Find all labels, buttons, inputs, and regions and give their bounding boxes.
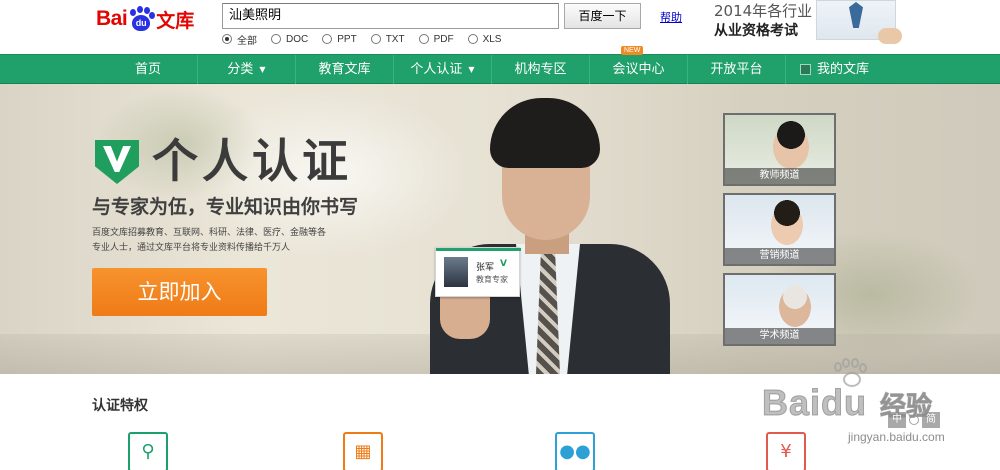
baidu-wenku-logo[interactable]: Bai du 文库 (96, 4, 194, 34)
calendar-icon[interactable]: ▦ (343, 432, 383, 470)
ad-hand-image (878, 28, 902, 44)
filetype-filter: 全部 DOC PPT TXT PDF XLS (222, 31, 515, 47)
chat-icon[interactable]: ●● (555, 432, 595, 470)
banner-title: 个人认证 (152, 134, 352, 188)
nav-item-category[interactable]: 分类 ▼ (197, 55, 295, 84)
nav-item-institution[interactable]: 机构专区 (491, 55, 589, 84)
watermark-circle-icon (909, 415, 919, 425)
nav-label: 机构专区 (514, 62, 567, 77)
filetype-pdf[interactable]: PDF (418, 31, 454, 47)
baidu-jingyan-watermark: Baidu 经验 中 简 jingyan.baidu.com (761, 358, 1000, 470)
nav-item-my-wenku[interactable]: 我的文库 (785, 55, 883, 84)
watermark-lang-zh: 中 (888, 412, 906, 428)
search-button[interactable]: 百度一下 (564, 3, 641, 29)
watermark-url: jingyan.baidu.com (848, 430, 945, 444)
channel-label: 教师频道 (725, 168, 834, 184)
radio-icon (418, 34, 429, 44)
channel-label: 营销频道 (725, 248, 834, 264)
page: Bai du 文库 汕美照明 百度一下 帮助 全部 DOC PPT TXT PD… (0, 0, 1000, 470)
marketing-channel-tile[interactable]: 营销频道 (723, 193, 836, 266)
radio-icon (222, 34, 232, 44)
logo-du: du (132, 15, 151, 31)
watermark-lang: 中 简 (888, 412, 943, 430)
banner-description-line1: 百度文库招募教育、互联网、科研、法律、医疗、金融等各 (92, 228, 327, 238)
new-badge: NEW (621, 46, 644, 55)
filetype-doc[interactable]: DOC (271, 31, 308, 47)
nav-label: 开放平台 (710, 62, 763, 77)
filetype-ppt[interactable]: PPT (322, 31, 357, 47)
nav-item-conference[interactable]: NEW 会议中心 (589, 46, 687, 84)
privileges-title: 认证特权 (92, 398, 148, 414)
ad-line2: 从业资格考试 (714, 23, 798, 39)
nav-label: 教育文库 (318, 62, 371, 77)
academic-channel-tile[interactable]: 学术频道 (723, 273, 836, 346)
filetype-label: XLS (482, 33, 502, 45)
radio-icon (467, 34, 478, 44)
filetype-label: DOC (286, 33, 309, 45)
nav-item-home[interactable]: 首页 (99, 55, 197, 84)
nav-item-personal-cert[interactable]: 个人认证 ▼ (393, 55, 491, 84)
exam-ad[interactable]: 2014年各行业 从业资格考试 (710, 0, 910, 48)
filetype-xls[interactable]: XLS (467, 31, 502, 47)
filetype-label: 全部 (237, 35, 257, 47)
nav-item-open-platform[interactable]: 开放平台 (687, 55, 785, 84)
nav-items: 首页 分类 ▼ 教育文库 个人认证 ▼ 机构专区 NEW 会议中心 开放平台 我的文库 (99, 46, 883, 84)
search-input[interactable]: 汕美照明 (222, 3, 559, 29)
teacher-channel-tile[interactable]: 教师频道 (723, 113, 836, 186)
filetype-label: TXT (385, 33, 405, 45)
banner-subtitle: 与专家为伍，专业知识由你书写 (92, 196, 359, 218)
nav-label: 首页 (134, 62, 161, 77)
banner-description-line2: 专业人士，通过文库平台将专业资料传播给千万人 (92, 243, 291, 253)
card-stripe (436, 248, 521, 251)
nav-label: 会议中心 (612, 62, 665, 77)
filetype-label: PPT (337, 33, 357, 45)
header: Bai du 文库 汕美照明 百度一下 帮助 全部 DOC PPT TXT PD… (0, 0, 1000, 54)
logo-wenku: 文库 (156, 9, 195, 32)
expert-id-card: 张军 V 教育专家 (435, 247, 521, 297)
hero-banner: 个人认证 与专家为伍，专业知识由你书写 百度文库招募教育、互联网、科研、法律、医… (0, 84, 1000, 374)
caret-down-icon: ▼ (468, 65, 475, 74)
filetype-txt[interactable]: TXT (370, 31, 405, 47)
caret-down-icon: ▼ (259, 65, 266, 74)
filetype-label: PDF (433, 33, 454, 45)
radio-icon (322, 34, 333, 44)
expert-photo (420, 84, 670, 374)
paw-icon: du (128, 6, 156, 32)
channel-label: 学术频道 (725, 328, 834, 344)
radio-icon (370, 34, 381, 44)
card-verified-icon: V (500, 259, 507, 269)
nav-label: 我的文库 (816, 62, 869, 77)
help-link[interactable]: 帮助 (660, 9, 682, 25)
nav-item-education[interactable]: 教育文库 (295, 55, 393, 84)
card-name: 张军 (476, 263, 495, 273)
filetype-all[interactable]: 全部 (222, 31, 257, 47)
nav-label: 分类 (227, 62, 254, 77)
radio-icon (271, 34, 281, 44)
user-icon (799, 64, 811, 75)
main-nav: 首页 分类 ▼ 教育文库 个人认证 ▼ 机构专区 NEW 会议中心 开放平台 我的文库 (0, 46, 1000, 84)
verified-v-icon (95, 140, 139, 184)
logo-bai: Bai (96, 7, 128, 30)
card-photo (444, 257, 468, 287)
nav-label: 个人认证 (410, 62, 463, 77)
watermark-lang-jian: 简 (922, 412, 940, 428)
ad-line1: 2014年各行业 (714, 2, 813, 20)
watermark-brand: Baidu (761, 382, 868, 424)
search-icon[interactable]: ⚲ (128, 432, 168, 470)
join-now-button[interactable]: 立即加入 (92, 268, 267, 316)
card-title: 教育专家 (476, 275, 508, 284)
